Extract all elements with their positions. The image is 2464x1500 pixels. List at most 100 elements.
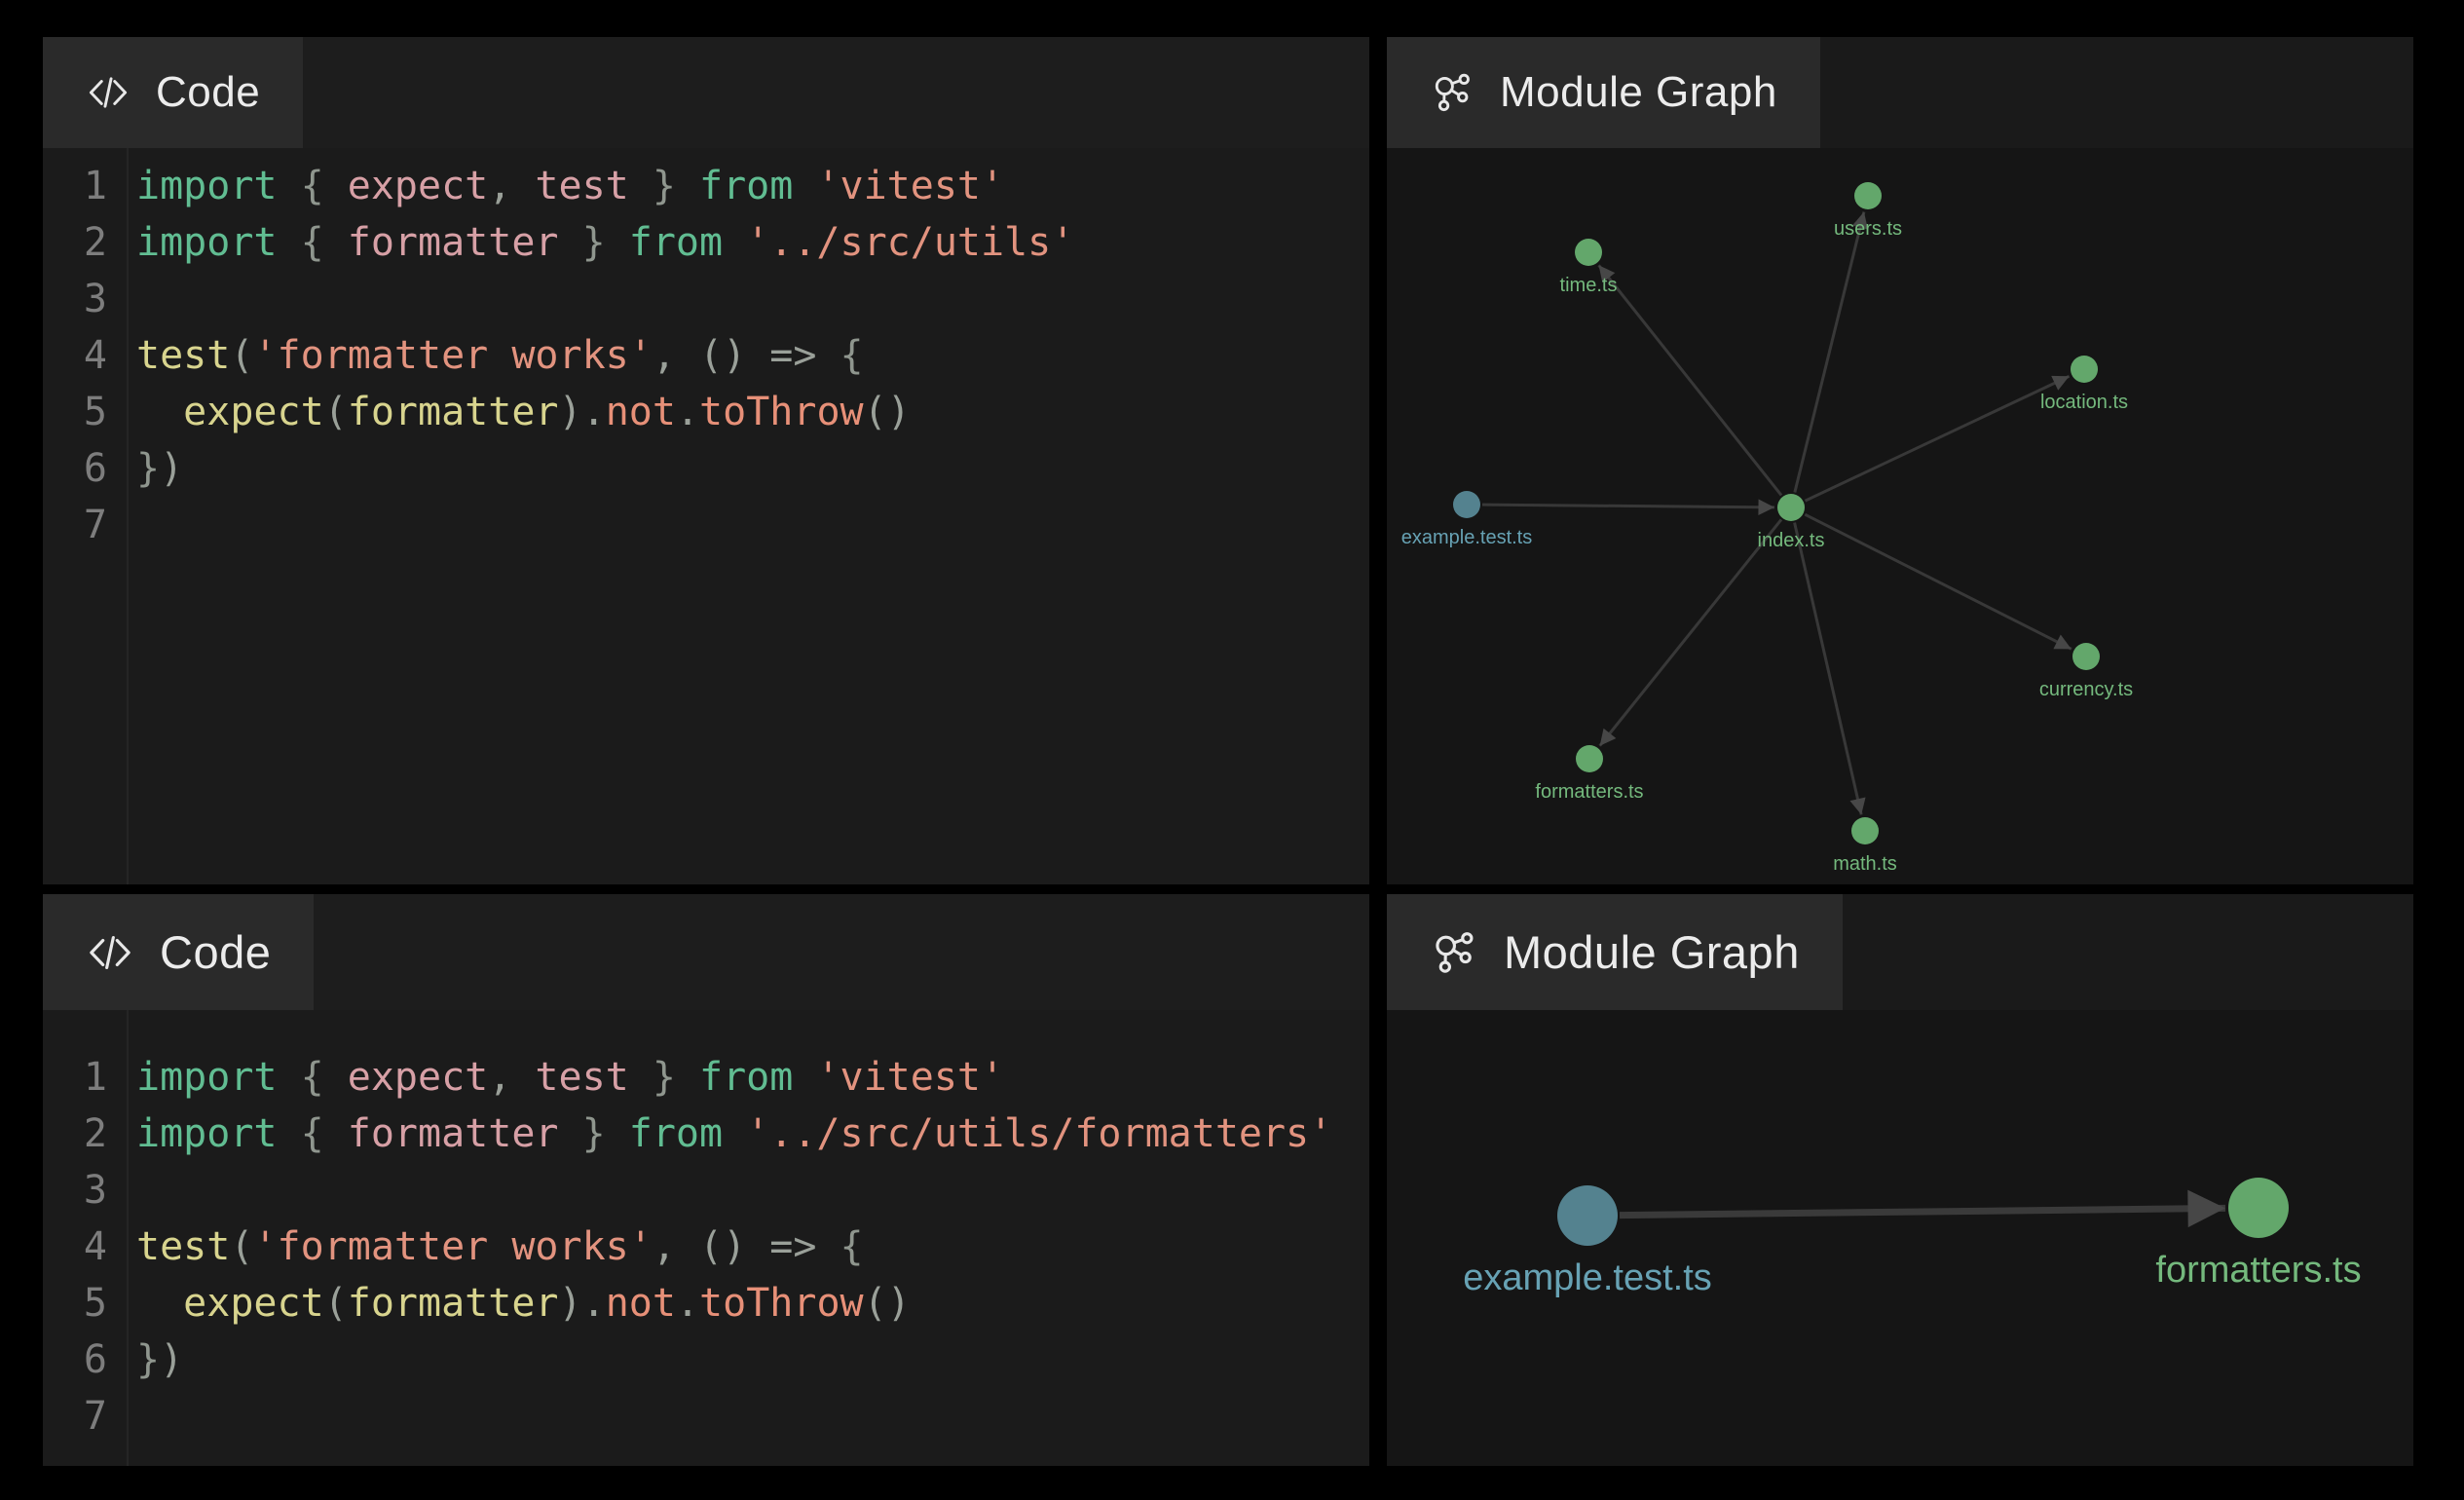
code-line: 4test('formatter works', () => {	[43, 327, 1369, 384]
tab-module-graph-top[interactable]: Module Graph	[1387, 37, 1820, 148]
tab-code-bottom[interactable]: Code	[43, 894, 314, 1010]
code-token: ,	[488, 164, 535, 208]
code-token: }	[559, 1111, 629, 1156]
code-line-content: import { expect, test } from 'vitest'	[136, 1049, 1004, 1106]
code-line: 3	[43, 1162, 1369, 1219]
graph-edge-index.ts-to-time.ts	[1599, 265, 1781, 495]
line-number: 1	[43, 1049, 107, 1106]
code-token	[136, 1281, 183, 1326]
tab-code-bottom-label: Code	[160, 925, 271, 979]
line-number: 7	[43, 497, 107, 553]
code-token: test	[136, 1224, 230, 1269]
tab-module-graph-top-label: Module Graph	[1500, 68, 1777, 117]
code-token: from	[629, 220, 746, 265]
code-line: 5 expect(formatter).not.toThrow()	[43, 384, 1369, 440]
graph-node-index.ts[interactable]	[1777, 494, 1805, 521]
code-token: toThrow	[699, 1281, 864, 1326]
graph-node-time.ts[interactable]	[1575, 239, 1602, 266]
graph-node-label-users.ts: users.ts	[1834, 218, 1902, 240]
code-line-content: })	[136, 1331, 183, 1388]
code-panel-bottom: Code 1 import { expect, test } from 'vite…	[43, 894, 1369, 1466]
module-graph-canvas-top[interactable]: users.tstime.tslocation.tsexample.test.t…	[1387, 148, 2413, 884]
code-token: import	[136, 1111, 301, 1156]
code-line-content: import { formatter } from '../src/utils/…	[136, 1106, 1332, 1162]
line-number: 4	[43, 1219, 107, 1275]
code-token: {	[840, 333, 863, 378]
code-line: 7	[43, 497, 1369, 553]
graph-node-label-index.ts: index.ts	[1758, 530, 1825, 551]
code-token: 'vitest'	[816, 164, 1004, 208]
code-token: ).	[559, 1281, 606, 1326]
code-token: (	[324, 390, 348, 434]
module-graph-svg[interactable]: example.test.tsformatters.ts	[1387, 1010, 2413, 1466]
code-token: import	[136, 164, 301, 208]
code-token: }	[136, 446, 160, 491]
code-token: }	[629, 1055, 699, 1100]
code-token: formatter	[348, 390, 559, 434]
line-number: 5	[43, 384, 107, 440]
tab-code-top[interactable]: Code	[43, 37, 303, 148]
module-graph-panel-bottom: Module Graph example.test.tsformatters.t…	[1387, 894, 2413, 1466]
graph-node-example.test.ts[interactable]	[1453, 491, 1480, 518]
line-number: 6	[43, 1331, 107, 1388]
code-line-content: expect(formatter).not.toThrow()	[136, 1275, 911, 1331]
module-graph-canvas-bottom[interactable]: example.test.tsformatters.ts	[1387, 1010, 2413, 1466]
line-number: 2	[43, 214, 107, 271]
graph-node-formatters.ts[interactable]	[1576, 745, 1603, 772]
code-viewer-bottom: 1import { expect, test } from 'vitest'2i…	[43, 1010, 1369, 1466]
graph-node-currency.ts[interactable]	[2072, 643, 2100, 670]
code-icon	[86, 70, 131, 115]
code-token: toThrow	[699, 390, 864, 434]
line-number: 6	[43, 440, 107, 497]
graph-node-formatters.ts[interactable]	[2228, 1178, 2289, 1238]
graph-edge-index.ts-to-math.ts	[1795, 523, 1862, 815]
module-graph-bottom-header: Module Graph	[1387, 894, 2413, 1010]
code-token: not	[606, 390, 676, 434]
code-line-content: expect(formatter).not.toThrow()	[136, 384, 911, 440]
tab-module-graph-bottom-label: Module Graph	[1504, 925, 1800, 979]
gutter-divider	[127, 148, 129, 884]
graph-node-users.ts[interactable]	[1854, 182, 1882, 209]
code-token: from	[699, 1055, 816, 1100]
code-token: expect	[348, 164, 489, 208]
graph-edge-index.ts-to-currency.ts	[1805, 514, 2072, 649]
code-line: 6})	[43, 440, 1369, 497]
code-line-content: test('formatter works', () => {	[136, 1219, 864, 1275]
code-token	[136, 390, 183, 434]
tab-module-graph-bottom[interactable]: Module Graph	[1387, 894, 1843, 1010]
code-token: test	[136, 333, 230, 378]
graph-node-example.test.ts[interactable]	[1557, 1185, 1618, 1246]
tab-code-top-label: Code	[156, 68, 260, 117]
module-graph-svg[interactable]: users.tstime.tslocation.tsexample.test.t…	[1387, 148, 2413, 884]
code-token: import	[136, 220, 301, 265]
code-token: (	[230, 1224, 253, 1269]
code-token: import	[136, 1055, 301, 1100]
code-viewer-top: 1 import { expect, test } from 'vitest' 2i…	[43, 148, 1369, 884]
module-graph-icon	[1430, 928, 1478, 977]
graph-node-label-formatters.ts: formatters.ts	[1535, 781, 1643, 803]
code-token: formatter	[348, 1281, 559, 1326]
code-token: ()	[864, 390, 911, 434]
code-line: 1 import { expect, test } from 'vitest'	[43, 158, 1369, 214]
graph-node-location.ts[interactable]	[2071, 356, 2098, 383]
code-token: .	[676, 1281, 699, 1326]
code-token: expect	[183, 1281, 324, 1326]
line-number: 1	[43, 158, 107, 214]
code-token: from	[699, 164, 816, 208]
code-token: from	[629, 1111, 746, 1156]
module-graph-icon	[1430, 70, 1475, 115]
code-panel-bottom-header: Code	[43, 894, 1369, 1010]
code-token: ()	[864, 1281, 911, 1326]
code-token: }	[559, 220, 629, 265]
code-token: 'vitest'	[816, 1055, 1004, 1100]
graph-node-math.ts[interactable]	[1851, 817, 1879, 844]
code-line-content: import { expect, test } from 'vitest'	[136, 158, 1004, 214]
graph-node-label-time.ts: time.ts	[1560, 275, 1618, 296]
line-number: 7	[43, 1388, 107, 1444]
code-token: formatter	[348, 1111, 559, 1156]
graph-node-label-location.ts: location.ts	[2040, 392, 2128, 413]
code-token: {	[301, 164, 348, 208]
code-panel-top-header: Code	[43, 37, 1369, 148]
code-token: , () =>	[653, 1224, 840, 1269]
module-graph-panel-top: Module Graph users.tstime.tslocation.tse…	[1387, 37, 2413, 884]
